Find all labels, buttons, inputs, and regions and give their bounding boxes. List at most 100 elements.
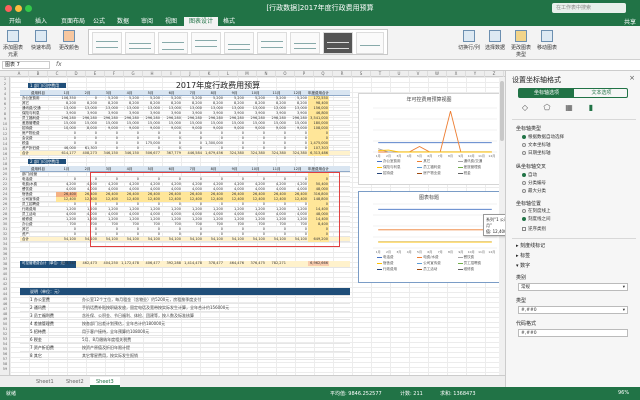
- legend-entry[interactable]: 通讯费/交通: [457, 159, 498, 164]
- row-header[interactable]: 59: [0, 367, 10, 372]
- tab-formulas[interactable]: 公式: [88, 17, 110, 26]
- table-cell[interactable]: 446,584: [182, 151, 203, 156]
- table-cell[interactable]: 614,177: [56, 151, 77, 156]
- grand-total-cell[interactable]: 392,288: [161, 261, 182, 266]
- switch-row-column-button[interactable]: 切换行/列: [458, 29, 480, 57]
- radio-cross-auto[interactable]: 自动: [522, 172, 537, 178]
- legend-entry[interactable]: 差旅管理费: [457, 165, 498, 170]
- grand-total-cell[interactable]: 1,414,478: [182, 261, 203, 266]
- chart-style-7[interactable]: [290, 32, 320, 54]
- series-line[interactable]: [378, 110, 492, 153]
- table-cell[interactable]: 54,100: [56, 237, 77, 242]
- name-box[interactable]: 图表 7: [2, 61, 50, 69]
- series-line[interactable]: [378, 149, 492, 153]
- tab-chart-design[interactable]: 图表设计: [184, 17, 219, 26]
- effects-icon[interactable]: ⬠: [542, 103, 552, 113]
- grand-total-cell[interactable]: 404,250: [98, 261, 119, 266]
- table-cell[interactable]: 54,100: [224, 237, 245, 242]
- legend-entry[interactable]: 税金: [457, 171, 498, 176]
- legend-entry[interactable]: 行政费用: [377, 267, 417, 272]
- grand-total-cell[interactable]: 376,475: [245, 261, 266, 266]
- quick-layout-button[interactable]: 快速布局: [30, 29, 52, 57]
- grand-total-cell[interactable]: [287, 261, 308, 266]
- tick-marks-section[interactable]: ▸ 刻度线标记: [516, 242, 545, 249]
- table-cell[interactable]: 54,100: [245, 237, 266, 242]
- grand-total-cell[interactable]: 378,477: [203, 261, 224, 266]
- table-cell[interactable]: 346,150: [98, 151, 119, 156]
- note-text[interactable]: 按各部门出差计划预估，全年合计约180000元: [82, 320, 352, 328]
- legend-entry[interactable]: 员工招聘费: [457, 261, 498, 266]
- tab-text-options[interactable]: 文本选项: [574, 89, 629, 97]
- share-button[interactable]: 共享: [624, 17, 636, 26]
- chart-style-1[interactable]: [92, 32, 122, 54]
- note-text[interactable]: 按资产原值及折旧年限计提: [82, 344, 352, 352]
- chart-style-2[interactable]: [125, 32, 155, 54]
- labels-section[interactable]: ▸ 标签: [516, 252, 530, 259]
- legend-entry[interactable]: 办公室费用: [377, 159, 417, 164]
- worksheet[interactable]: ABCDEFGHIJKLMNOPQRSTUVWXYZ 1 2 3 4 5 6 7 8 9 10 11…: [0, 71, 505, 375]
- tab-insert[interactable]: 插入: [30, 17, 52, 26]
- table-cell[interactable]: 346,150: [119, 151, 140, 156]
- chart-style-6[interactable]: [257, 32, 287, 54]
- chart1-legend[interactable]: 办公室费用 其它 通讯费/交通保险与利息 员工福利费 差旅管理费招待费 房产物业费 税金: [377, 159, 505, 177]
- table-cell[interactable]: 54,100: [287, 237, 308, 242]
- sheet-tab-2[interactable]: Sheet2: [60, 377, 90, 387]
- tab-home[interactable]: 开始: [4, 17, 26, 26]
- type-dropdown[interactable]: #,##0: [518, 306, 628, 314]
- tab-format[interactable]: 格式: [218, 17, 240, 26]
- grand-total-cell[interactable]: 462,473: [77, 261, 98, 266]
- radio-cross-category[interactable]: 分类编号: [522, 180, 546, 186]
- note-text[interactable]: 含社保、公积金、节日福利、体检、团建等，按人数及标准核算: [82, 312, 352, 320]
- legend-entry[interactable]: 电话费: [377, 255, 417, 260]
- chart-style-5[interactable]: [224, 32, 254, 54]
- table-cell[interactable]: 506,677: [140, 151, 161, 156]
- sheet-tab-1[interactable]: Sheet1: [30, 377, 60, 387]
- chart-style-3[interactable]: [158, 32, 188, 54]
- legend-entry[interactable]: 宿舍费: [377, 261, 417, 266]
- grand-total-cell[interactable]: 6,962,666: [308, 261, 329, 266]
- table-cell[interactable]: 54,100: [182, 237, 203, 242]
- tab-data[interactable]: 数据: [112, 17, 134, 26]
- table-cell[interactable]: 324,380: [245, 151, 266, 156]
- grand-total-cell[interactable]: 673,347: [56, 261, 77, 266]
- radio-on-tick[interactable]: 在刻度线上: [522, 208, 551, 214]
- number-section[interactable]: ▾ 数字: [516, 262, 530, 269]
- table-cell[interactable]: 6,313,486: [308, 151, 329, 156]
- scroll-thumb[interactable]: [500, 81, 504, 141]
- select-data-button[interactable]: 选择数据: [484, 29, 506, 57]
- table-cell[interactable]: 54,100: [98, 237, 119, 242]
- table-cell[interactable]: 54,100: [203, 237, 224, 242]
- axis-options-icon[interactable]: ▮: [586, 103, 596, 113]
- fill-line-icon[interactable]: ◇: [520, 103, 530, 113]
- legend-entry[interactable]: 电费/水费: [417, 255, 457, 260]
- radio-date-axis[interactable]: 日期坐标轴: [522, 150, 551, 156]
- row-label[interactable]: 合计: [20, 151, 56, 156]
- chart-style-9[interactable]: [356, 32, 384, 54]
- section1-title[interactable]: 1 部门/可控费用（单位：元）: [28, 83, 66, 93]
- tab-axis-options[interactable]: 坐标轴选项: [519, 89, 574, 97]
- table-cell[interactable]: 408,273: [77, 151, 98, 156]
- legend-entry[interactable]: 餐饮费: [457, 255, 498, 260]
- sheet-tab-3[interactable]: Sheet3: [90, 377, 120, 387]
- legend-entry[interactable]: 招待费: [377, 171, 417, 176]
- legend-entry[interactable]: 员工福利费: [417, 165, 457, 170]
- legend-entry[interactable]: 保险与利息: [377, 165, 417, 170]
- radio-auto-axis[interactable]: 根据数据自动选择: [522, 134, 564, 140]
- table-cell[interactable]: 649,200: [308, 237, 329, 242]
- note-text[interactable]: 手机话费补贴按职级发放，固定电话及宽带按实际发生计算，全年合计约156000元: [82, 304, 352, 312]
- table-cell[interactable]: 324,380: [287, 151, 308, 156]
- legend-entry[interactable]: 公司宣传费: [417, 261, 457, 266]
- table-cell[interactable]: 54,100: [119, 237, 140, 242]
- change-colors-button[interactable]: 更改颜色: [58, 29, 80, 57]
- legend-entry[interactable]: 维修费: [457, 267, 498, 272]
- tab-page-layout[interactable]: 页面布局: [56, 17, 90, 26]
- tab-review[interactable]: 审阅: [136, 17, 158, 26]
- chart-styles-gallery[interactable]: [88, 29, 388, 55]
- zoom-level[interactable]: 96%: [618, 390, 629, 396]
- table-cell[interactable]: 54,100: [266, 237, 287, 242]
- table-cell[interactable]: 367,779: [161, 151, 182, 156]
- table-cell[interactable]: 1,679,456: [203, 151, 224, 156]
- row-label[interactable]: 合计: [20, 237, 56, 242]
- change-chart-type-button[interactable]: 更改图表类型: [510, 29, 532, 58]
- legend-entry[interactable]: 员工活动: [417, 267, 457, 272]
